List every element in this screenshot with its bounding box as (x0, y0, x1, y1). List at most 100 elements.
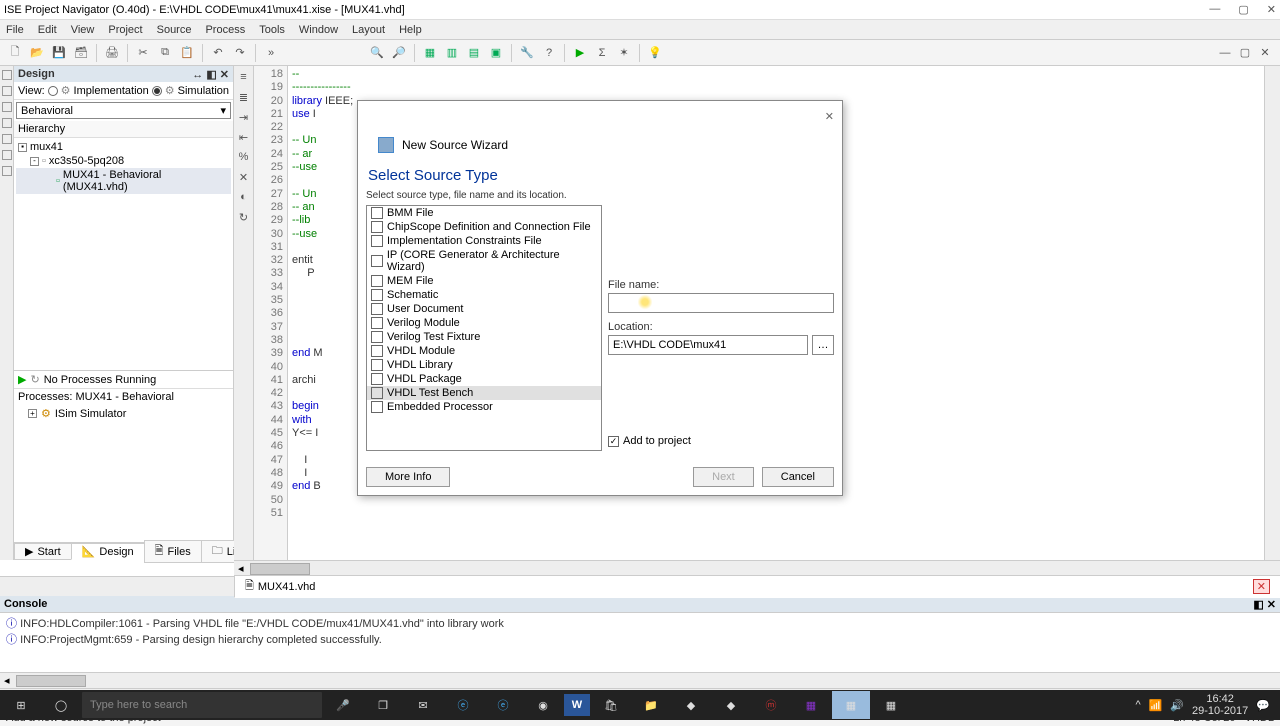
edbtn-icon[interactable]: ↻ (237, 210, 251, 224)
edbtn-icon[interactable]: ≡ (237, 70, 251, 84)
tray-chevron-icon[interactable]: ^ (1135, 699, 1140, 711)
dialog-close-icon[interactable]: ✕ (825, 110, 834, 123)
strip-icon[interactable] (2, 150, 12, 160)
ise-icon[interactable]: ▦ (832, 691, 870, 719)
vertical-scrollbar[interactable] (1264, 66, 1280, 560)
cut-icon[interactable]: ✂ (134, 44, 152, 62)
more-info-button[interactable]: More Info (366, 467, 450, 487)
play-icon[interactable]: ▶ (571, 44, 589, 62)
collapse-icon[interactable]: - (30, 157, 39, 166)
expand-icon[interactable]: + (28, 409, 37, 418)
menu-source[interactable]: Source (157, 24, 192, 36)
tray-volume-icon[interactable]: 🔊 (1170, 699, 1184, 712)
app-icon[interactable]: ◆ (672, 691, 710, 719)
isim-row[interactable]: + ⚙ ISim Simulator (14, 405, 233, 422)
source-type-item[interactable]: Verilog Test Fixture (367, 330, 601, 344)
edbtn-icon[interactable]: ◐ (237, 190, 251, 204)
redo-icon[interactable]: ↷ (231, 44, 249, 62)
source-type-item[interactable]: Schematic (367, 288, 601, 302)
source-type-item[interactable]: VHDL Test Bench (367, 386, 601, 400)
strip-icon[interactable] (2, 118, 12, 128)
app-icon[interactable]: ▦ (872, 691, 910, 719)
tree-entity[interactable]: MUX41 - Behavioral (MUX41.vhd) (63, 169, 229, 193)
system-tray[interactable]: ^ 📶 🔊 16:42 29-10-2017 💬 (1135, 693, 1278, 717)
mini-close-icon[interactable]: ✕ (1256, 44, 1274, 62)
source-type-list[interactable]: BMM FileChipScope Definition and Connect… (366, 205, 602, 451)
minimize-icon[interactable]: — (1209, 3, 1220, 16)
source-type-item[interactable]: VHDL Module (367, 344, 601, 358)
cancel-button[interactable]: Cancel (762, 467, 834, 487)
editor-hscroll[interactable]: ◂ (234, 560, 1280, 576)
console-close-icon[interactable]: ✕ (1267, 599, 1276, 611)
menu-layout[interactable]: Layout (352, 24, 385, 36)
bulb-icon[interactable]: 💡 (646, 44, 664, 62)
maximize-icon[interactable]: ▢ (1238, 3, 1248, 16)
store-icon[interactable]: 🛍 (592, 691, 630, 719)
edbtn-icon[interactable]: ≣ (237, 90, 251, 104)
tab-start[interactable]: ▶ Start (14, 543, 72, 560)
mail-icon[interactable]: ✉ (404, 691, 442, 719)
word-icon[interactable]: W (564, 694, 590, 716)
tray-network-icon[interactable]: 📶 (1149, 699, 1163, 712)
mic-icon[interactable]: 🎤 (324, 691, 362, 719)
undo-icon[interactable]: ↶ (209, 44, 227, 62)
taskview-icon[interactable]: ❐ (364, 691, 402, 719)
play-small-icon[interactable]: ▶ (18, 373, 26, 386)
add-to-project-checkbox[interactable]: ✓ (608, 436, 619, 447)
mini-max-icon[interactable]: ▢ (1236, 44, 1254, 62)
close-icon[interactable]: ✕ (1267, 3, 1276, 16)
panel-pin-icon[interactable]: ↔ (192, 69, 203, 81)
menu-process[interactable]: Process (205, 24, 245, 36)
search-icon[interactable]: 🔍 (368, 44, 386, 62)
console-hscroll[interactable]: ◂ (0, 672, 1280, 688)
source-type-item[interactable]: MEM File (367, 274, 601, 288)
menu-window[interactable]: Window (299, 24, 338, 36)
edge-icon[interactable]: ⓔ (444, 691, 482, 719)
menu-project[interactable]: Project (108, 24, 142, 36)
edbtn-icon[interactable]: ⇥ (237, 110, 251, 124)
ie-icon[interactable]: ⓔ (484, 691, 522, 719)
source-type-item[interactable]: User Document (367, 302, 601, 316)
menu-view[interactable]: View (71, 24, 95, 36)
notifications-icon[interactable]: 💬 (1256, 699, 1270, 712)
source-type-item[interactable]: VHDL Package (367, 372, 601, 386)
menu-file[interactable]: File (6, 24, 24, 36)
source-type-item[interactable]: VHDL Library (367, 358, 601, 372)
start-icon[interactable]: ⊞ (2, 691, 40, 719)
taskbar-search[interactable]: Type here to search (82, 692, 322, 718)
simulator-combo[interactable]: Behavioral ▾ (16, 102, 231, 119)
panel-float-icon[interactable]: ◧ (206, 69, 216, 81)
step-icon[interactable]: Σ (593, 44, 611, 62)
layout4-icon[interactable]: ▣ (487, 44, 505, 62)
panel-close-icon[interactable]: ✕ (220, 69, 229, 81)
print-icon[interactable]: 🖨 (103, 44, 121, 62)
strip-icon[interactable] (2, 134, 12, 144)
tab-close-icon[interactable]: ✕ (1253, 579, 1270, 594)
tree-icon[interactable]: ▪ (18, 143, 27, 152)
app-icon[interactable]: ◆ (712, 691, 750, 719)
chevron-right-icon[interactable]: » (262, 44, 280, 62)
copy-icon[interactable]: ⧉ (156, 44, 174, 62)
wrench-icon[interactable]: 🔧 (518, 44, 536, 62)
menu-tools[interactable]: Tools (259, 24, 285, 36)
layout1-icon[interactable]: ▦ (421, 44, 439, 62)
tree-project[interactable]: mux41 (30, 141, 63, 153)
strip-icon[interactable] (2, 166, 12, 176)
configure-icon[interactable]: ✶ (615, 44, 633, 62)
cortana-icon[interactable]: ◯ (42, 691, 80, 719)
app-icon[interactable]: ▦ (792, 691, 830, 719)
radio-simulation[interactable] (152, 86, 162, 96)
find-icon[interactable]: 🔎 (390, 44, 408, 62)
help-icon[interactable]: ? (540, 44, 558, 62)
app-icon[interactable]: ⓜ (752, 691, 790, 719)
save-icon[interactable]: 💾 (50, 44, 68, 62)
open-icon[interactable]: 📂 (28, 44, 46, 62)
next-button[interactable]: Next (693, 467, 754, 487)
edbtn-icon[interactable]: ✕ (237, 170, 251, 184)
menu-edit[interactable]: Edit (38, 24, 57, 36)
edbtn-icon[interactable]: ⇤ (237, 130, 251, 144)
strip-icon[interactable] (2, 86, 12, 96)
source-type-item[interactable]: Implementation Constraints File (367, 234, 601, 248)
location-input[interactable] (608, 335, 808, 355)
strip-icon[interactable] (2, 70, 12, 80)
